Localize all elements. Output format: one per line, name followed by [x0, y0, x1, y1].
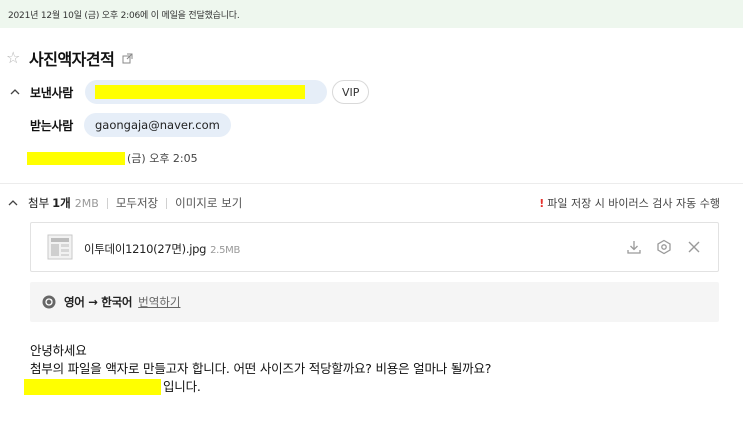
star-icon[interactable]: ☆ [6, 50, 22, 66]
body-line: 첨부의 파일을 액자로 만들고자 합니다. 어떤 사이즈가 적당할까요? 비용은… [30, 361, 492, 376]
attachment-total-size: 2MB [74, 196, 99, 210]
body-line: 입니다. [24, 378, 491, 396]
warning-icon: ! [539, 196, 545, 210]
separator [106, 197, 108, 209]
translate-link[interactable]: 번역하기 [138, 294, 180, 310]
subject-row: ☆ 사진액자견적 [6, 47, 133, 69]
sender-pill[interactable] [84, 80, 327, 104]
attachment-file-size: 2.5MB [210, 245, 241, 256]
chevron-up-icon[interactable] [10, 87, 20, 97]
save-to-cloud-icon[interactable] [656, 239, 672, 255]
open-new-window-icon[interactable] [122, 53, 133, 64]
date-redaction [27, 151, 125, 165]
mail-date: (금) 오후 2:05 [127, 152, 198, 165]
download-icon[interactable] [626, 239, 642, 255]
forward-notice-text: 2021년 12월 10일 (금) 오후 2:06에 이 메일을 전달했습니다. [8, 11, 240, 21]
view-as-images-link[interactable]: 이미지로 보기 [175, 195, 242, 211]
body-line: 안녕하세요 [30, 343, 87, 358]
close-icon[interactable] [686, 239, 702, 255]
body-redaction [24, 379, 161, 395]
vip-badge[interactable]: VIP [331, 80, 370, 104]
attachment-actions [626, 239, 702, 255]
virus-scan-text: 파일 저장 시 바이러스 검사 자동 수행 [547, 197, 720, 210]
attachment-file-name-wrap: 이투데이1210(27면).jpg 2.5MB [84, 241, 240, 257]
chevron-up-icon[interactable] [8, 198, 18, 208]
image-file-icon [47, 234, 73, 260]
attachment-file-name[interactable]: 이투데이1210(27면).jpg [84, 242, 206, 256]
attachment-item[interactable]: 이투데이1210(27면).jpg 2.5MB [30, 222, 719, 272]
recipient-label: 받는사람 [30, 118, 73, 133]
translate-bar: 영어 → 한국어 번역하기 [30, 282, 719, 322]
mail-subject: 사진액자견적 [29, 50, 115, 69]
date-row: (금) 오후 2:05 [27, 150, 198, 166]
sender-redaction [94, 85, 305, 99]
header-divider [0, 183, 743, 184]
sender-row: 보낸사람 VIP [10, 80, 370, 104]
attachment-count: 1개 [52, 196, 71, 210]
forward-notice-bar: 2021년 12월 10일 (금) 오후 2:06에 이 메일을 전달했습니다. [0, 0, 743, 28]
attachment-label: 첨부 [28, 196, 50, 210]
body-line-suffix: 입니다. [163, 379, 201, 394]
virus-scan-notice: ! 파일 저장 시 바이러스 검사 자동 수행 [539, 195, 720, 211]
recipient-pill[interactable]: gaongaja@naver.com [83, 113, 231, 137]
mail-body: 안녕하세요 첨부의 파일을 액자로 만들고자 합니다. 어떤 사이즈가 적당할까… [24, 342, 492, 396]
attachment-header: 첨부 1개 2MB 모두저장 이미지로 보기 [8, 195, 242, 211]
recipient-row: 받는사람 gaongaja@naver.com [30, 113, 231, 137]
save-all-link[interactable]: 모두저장 [116, 195, 158, 211]
sender-label: 보낸사람 [30, 85, 73, 100]
translate-languages: 영어 → 한국어 [64, 295, 133, 309]
separator [166, 197, 168, 209]
translate-icon [42, 295, 56, 309]
